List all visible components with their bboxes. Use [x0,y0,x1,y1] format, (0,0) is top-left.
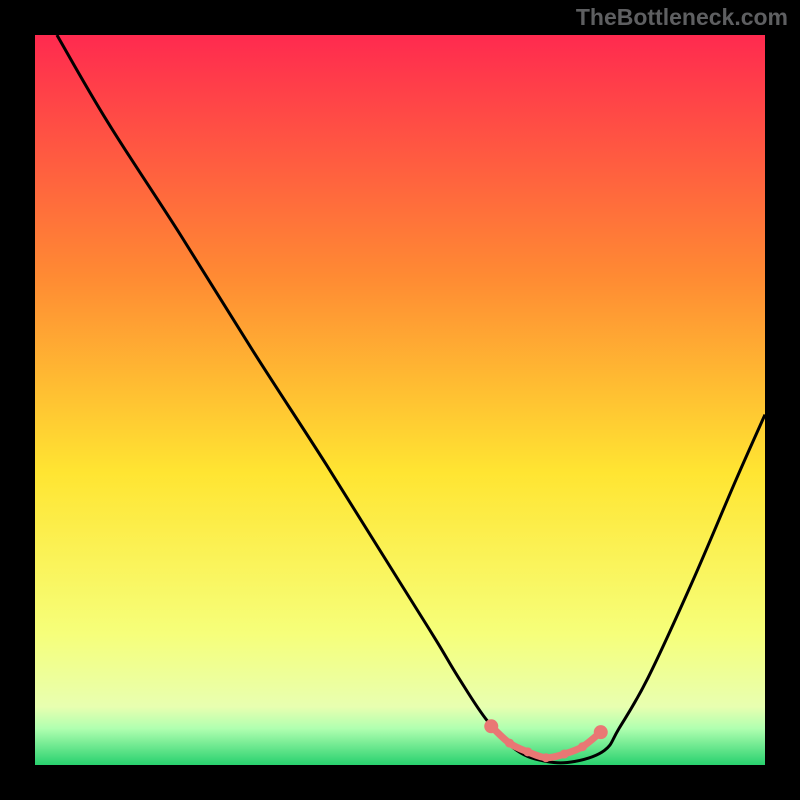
marker-dot [523,747,532,756]
plot-area [35,35,765,765]
marker-dot [560,750,569,759]
bottleneck-chart-svg [35,35,765,765]
gradient-background [35,35,765,765]
marker-dot [542,753,551,762]
marker-dot [578,742,587,751]
marker-dot [594,725,608,739]
marker-dot [505,739,514,748]
chart-frame: TheBottleneck.com [0,0,800,800]
marker-dot [484,719,498,733]
attribution-text: TheBottleneck.com [576,4,788,31]
